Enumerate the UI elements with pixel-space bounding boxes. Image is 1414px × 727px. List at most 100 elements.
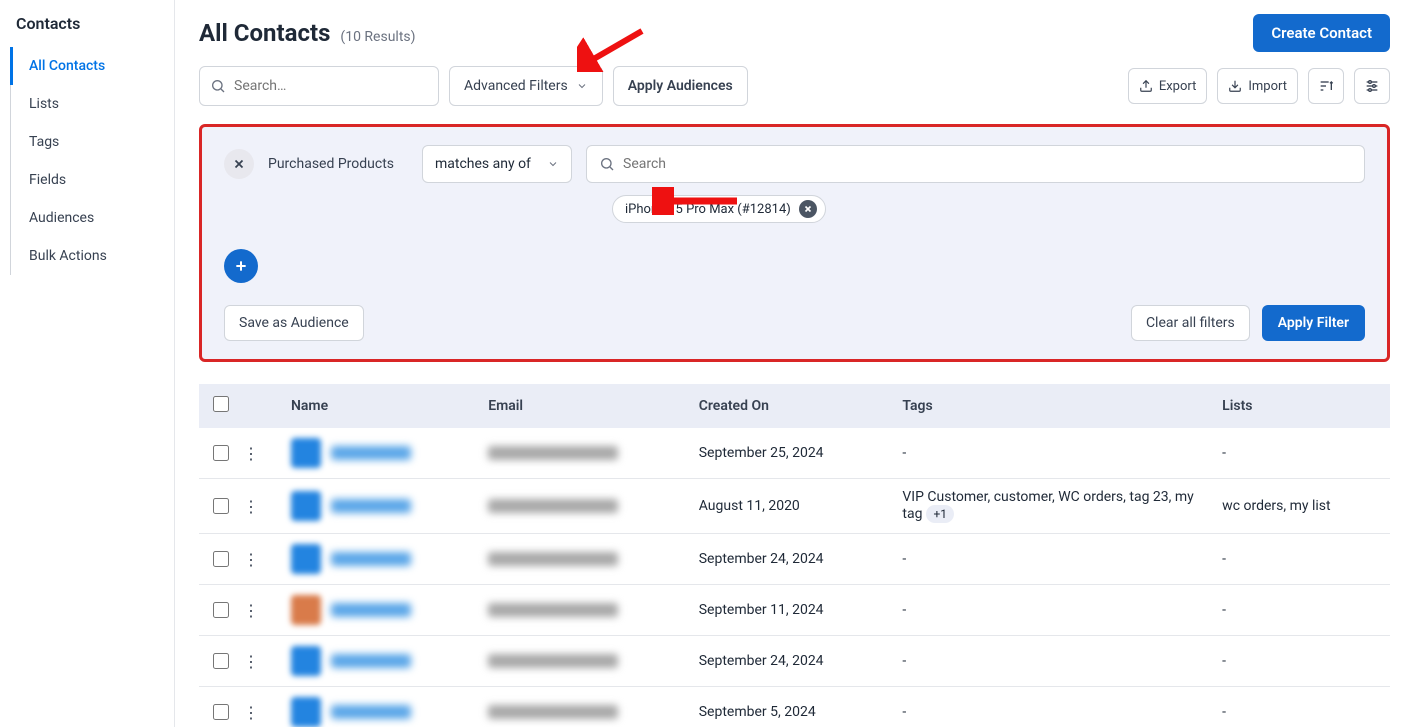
import-button[interactable]: Import [1217,68,1298,104]
page-title: All Contacts (10 Results) [199,19,416,47]
apply-filter-button[interactable]: Apply Filter [1262,305,1365,341]
sidebar-item-lists[interactable]: Lists [10,85,174,123]
row-checkbox[interactable] [213,653,229,669]
search-input[interactable] [234,78,428,94]
col-lists[interactable]: Lists [1208,384,1390,428]
tags-cell: - [888,428,1208,479]
row-checkbox[interactable] [213,498,229,514]
contact-name[interactable] [331,552,411,566]
row-checkbox[interactable] [213,551,229,567]
tags-cell: - [888,585,1208,636]
apply-audiences-button[interactable]: Apply Audiences [613,66,748,106]
col-tags[interactable]: Tags [888,384,1208,428]
filter-settings-button[interactable] [1354,68,1390,104]
created-on: August 11, 2020 [685,479,889,534]
lists-cell: - [1208,534,1390,585]
table-header-row: Name Email Created On Tags Lists [199,384,1390,428]
chevron-down-icon [576,80,588,92]
lists-cell: - [1208,636,1390,687]
contact-email [488,603,618,617]
sort-settings-button[interactable] [1308,68,1344,104]
contact-name[interactable] [331,499,411,513]
tags-cell: - [888,687,1208,727]
avatar [291,646,321,676]
main-content: All Contacts (10 Results) Create Contact… [175,0,1414,727]
filter-operator-value: matches any of [435,156,531,172]
row-checkbox[interactable] [213,602,229,618]
table-row: ⋮September 25, 2024-- [199,428,1390,479]
row-menu-button[interactable]: ⋮ [239,601,263,620]
created-on: September 11, 2024 [685,585,889,636]
contacts-table: Name Email Created On Tags Lists ⋮ Septem… [199,384,1390,727]
sort-icon [1318,78,1334,94]
contact-email [488,552,618,566]
row-menu-button[interactable]: ⋮ [239,550,263,569]
create-contact-button[interactable]: Create Contact [1253,14,1390,52]
row-checkbox[interactable] [213,704,229,720]
tags-cell: VIP Customer, customer, WC orders, tag 2… [888,479,1208,534]
row-checkbox[interactable] [213,445,229,461]
filter-field-label: Purchased Products [268,156,408,172]
avatar [291,544,321,574]
filter-operator-select[interactable]: matches any of [422,145,572,183]
close-icon [232,157,246,171]
col-email[interactable]: Email [474,384,685,428]
remove-chip-button[interactable] [799,200,817,218]
lists-cell: - [1208,428,1390,479]
results-count: (10 Results) [340,29,415,45]
chevron-down-icon [547,158,559,170]
sidebar-item-tags[interactable]: Tags [10,123,174,161]
avatar [291,491,321,521]
created-on: September 24, 2024 [685,636,889,687]
search-box[interactable] [199,66,439,106]
page-title-text: All Contacts [199,19,330,47]
row-menu-button[interactable]: ⋮ [239,497,263,516]
lists-cell: wc orders, my list [1208,479,1390,534]
save-as-audience-button[interactable]: Save as Audience [224,305,364,341]
row-menu-button[interactable]: ⋮ [239,652,263,671]
col-name[interactable]: Name [277,384,474,428]
tags-cell: - [888,636,1208,687]
avatar [291,595,321,625]
sliders-icon [1364,78,1380,94]
filter-panel: Purchased Products matches any of iPhone… [199,124,1390,362]
row-menu-button[interactable]: ⋮ [239,444,263,463]
sidebar-item-audiences[interactable]: Audiences [10,199,174,237]
sidebar-item-fields[interactable]: Fields [10,161,174,199]
filter-value-input[interactable] [623,156,1352,172]
table-row: ⋮September 5, 2024-- [199,687,1390,727]
lists-cell: - [1208,687,1390,727]
table-row: ⋮September 24, 2024-- [199,636,1390,687]
clear-filters-button[interactable]: Clear all filters [1131,305,1250,341]
contact-email [488,705,618,719]
table-row: ⋮September 24, 2024-- [199,534,1390,585]
sidebar-item-bulk-actions[interactable]: Bulk Actions [10,237,174,275]
remove-filter-button[interactable] [224,149,254,179]
more-tags-badge[interactable]: +1 [926,505,954,523]
search-icon [599,156,615,172]
table-row: ⋮September 11, 2024-- [199,585,1390,636]
avatar [291,697,321,727]
created-on: September 5, 2024 [685,687,889,727]
add-filter-button[interactable] [224,249,258,283]
select-all-checkbox[interactable] [213,396,229,412]
sidebar: Contacts All ContactsListsTagsFieldsAudi… [0,0,175,727]
row-menu-button[interactable]: ⋮ [239,703,263,722]
contact-name[interactable] [331,654,411,668]
contact-name[interactable] [331,603,411,617]
created-on: September 24, 2024 [685,534,889,585]
filter-chip-label: iPhone 15 Pro Max (#12814) [625,202,791,217]
col-created[interactable]: Created On [685,384,889,428]
filter-value-search[interactable] [586,145,1365,183]
contact-name[interactable] [331,705,411,719]
export-button[interactable]: Export [1128,68,1208,104]
table-row: ⋮ August 11, 2020VIP Customer, customer, … [199,479,1390,534]
sidebar-item-all-contacts[interactable]: All Contacts [10,47,174,85]
contact-name[interactable] [331,446,411,460]
tags-cell: - [888,534,1208,585]
advanced-filters-button[interactable]: Advanced Filters [449,66,603,106]
created-on: September 25, 2024 [685,428,889,479]
toolbar: Advanced Filters Apply Audiences Export … [199,66,1390,106]
import-icon [1228,79,1242,93]
avatar [291,438,321,468]
